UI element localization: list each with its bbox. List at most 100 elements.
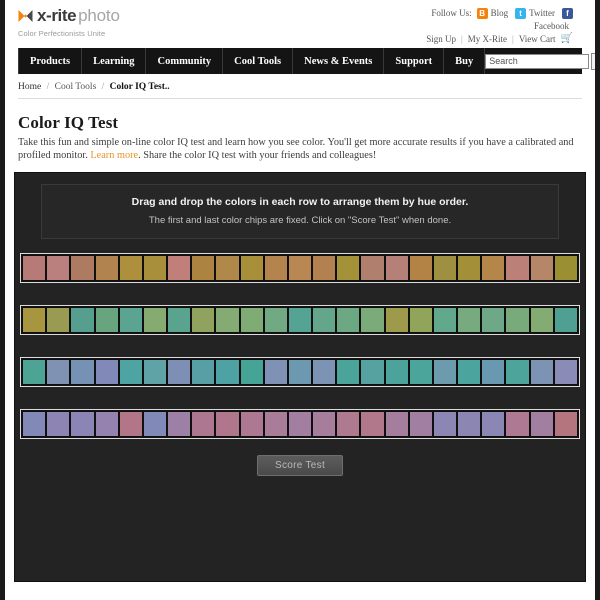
score-test-button[interactable]: Score Test — [256, 455, 344, 476]
color-chip[interactable] — [167, 255, 192, 281]
color-chip[interactable] — [263, 255, 288, 281]
rss-icon[interactable]: B — [476, 8, 488, 19]
color-chip[interactable] — [70, 307, 95, 333]
color-chip[interactable] — [384, 307, 409, 333]
color-chip[interactable] — [457, 307, 482, 333]
color-chip[interactable] — [70, 359, 95, 385]
color-chip[interactable] — [191, 359, 216, 385]
color-chip[interactable] — [70, 255, 95, 281]
social-link-twitter[interactable]: Twitter — [529, 7, 555, 20]
color-chip[interactable] — [481, 359, 506, 385]
facebook-icon[interactable]: f — [562, 8, 573, 19]
utility-link-sign-up[interactable]: Sign Up — [426, 34, 456, 44]
color-chip[interactable] — [239, 255, 264, 281]
color-chip[interactable] — [46, 255, 71, 281]
color-chip[interactable] — [215, 307, 240, 333]
color-chip[interactable] — [432, 255, 458, 281]
color-chip[interactable] — [46, 307, 71, 333]
twitter-icon[interactable]: t — [515, 8, 527, 19]
color-chip[interactable] — [287, 359, 313, 385]
color-chip[interactable] — [457, 359, 482, 385]
nav-item-cool-tools[interactable]: Cool Tools — [223, 48, 294, 74]
nav-item-news-events[interactable]: News & Events — [293, 48, 385, 74]
color-chip[interactable] — [142, 359, 168, 385]
color-chip[interactable] — [287, 307, 313, 333]
color-chip[interactable] — [287, 255, 313, 281]
color-chip[interactable] — [94, 307, 119, 333]
social-link-facebook[interactable]: Facebook — [534, 20, 569, 33]
color-chip[interactable] — [384, 411, 409, 437]
color-chip[interactable] — [481, 307, 506, 333]
color-chip[interactable] — [408, 255, 433, 281]
nav-item-community[interactable]: Community — [146, 48, 224, 74]
color-chip[interactable] — [529, 411, 554, 437]
color-chip[interactable] — [336, 359, 361, 385]
color-chip[interactable] — [432, 307, 458, 333]
color-chip[interactable] — [336, 307, 361, 333]
color-chip[interactable] — [360, 307, 385, 333]
color-chip[interactable] — [432, 411, 458, 437]
color-chip[interactable] — [118, 255, 143, 281]
color-chip[interactable] — [505, 255, 530, 281]
color-chip[interactable] — [239, 411, 264, 437]
color-chip[interactable] — [167, 411, 192, 437]
color-chip[interactable] — [384, 359, 409, 385]
utility-link-my-xrite[interactable]: My X-Rite — [468, 34, 507, 44]
color-chip[interactable] — [360, 359, 385, 385]
color-chip[interactable] — [239, 307, 264, 333]
color-chip[interactable] — [312, 411, 337, 437]
color-chip[interactable] — [118, 307, 143, 333]
color-chip[interactable] — [191, 307, 216, 333]
color-chip[interactable] — [408, 411, 433, 437]
color-chip[interactable] — [457, 255, 482, 281]
color-chip[interactable] — [215, 255, 240, 281]
color-chip[interactable] — [481, 255, 506, 281]
color-chip[interactable] — [432, 359, 458, 385]
color-chip[interactable] — [360, 255, 385, 281]
color-chip[interactable] — [287, 411, 313, 437]
color-chip[interactable] — [384, 255, 409, 281]
color-chip[interactable] — [457, 411, 482, 437]
color-chip[interactable] — [215, 359, 240, 385]
nav-item-buy[interactable]: Buy — [444, 48, 486, 74]
color-chip[interactable] — [263, 359, 288, 385]
search-button[interactable] — [591, 52, 595, 70]
color-chip[interactable] — [336, 255, 361, 281]
color-chip[interactable] — [215, 411, 240, 437]
color-chip[interactable] — [94, 411, 119, 437]
color-chip[interactable] — [167, 307, 192, 333]
color-chip[interactable] — [408, 307, 433, 333]
color-chip[interactable] — [142, 307, 168, 333]
color-chip[interactable] — [239, 359, 264, 385]
color-chip[interactable] — [505, 359, 530, 385]
color-chip[interactable] — [142, 411, 168, 437]
nav-item-products[interactable]: Products — [18, 48, 83, 74]
color-chip[interactable] — [46, 359, 71, 385]
color-chip[interactable] — [191, 255, 216, 281]
color-chip[interactable] — [167, 359, 192, 385]
social-link-blog[interactable]: Blog — [491, 7, 509, 20]
search-input[interactable] — [485, 53, 590, 69]
color-chip[interactable] — [529, 255, 554, 281]
nav-item-support[interactable]: Support — [384, 48, 445, 74]
color-chip[interactable] — [94, 255, 119, 281]
color-chip[interactable] — [529, 307, 554, 333]
color-chip[interactable] — [505, 411, 530, 437]
color-chip[interactable] — [46, 411, 71, 437]
color-chip[interactable] — [191, 411, 216, 437]
color-chip[interactable] — [70, 411, 95, 437]
color-chip[interactable] — [142, 255, 168, 281]
breadcrumb-item-cool-tools[interactable]: Cool Tools — [55, 82, 97, 92]
nav-item-learning[interactable]: Learning — [82, 48, 147, 74]
breadcrumb-item-home[interactable]: Home — [18, 82, 41, 92]
color-chip[interactable] — [263, 411, 288, 437]
shopping-cart-icon[interactable]: 🛒 — [561, 33, 573, 44]
color-chip[interactable] — [118, 411, 143, 437]
learn-more-link[interactable]: Learn more — [90, 150, 138, 161]
site-logo[interactable]: x-rite photo Color Perfectionists Unite — [18, 6, 120, 38]
color-chip[interactable] — [408, 359, 433, 385]
color-chip[interactable] — [336, 411, 361, 437]
color-chip[interactable] — [360, 411, 385, 437]
color-chip[interactable] — [481, 411, 506, 437]
color-chip[interactable] — [263, 307, 288, 333]
